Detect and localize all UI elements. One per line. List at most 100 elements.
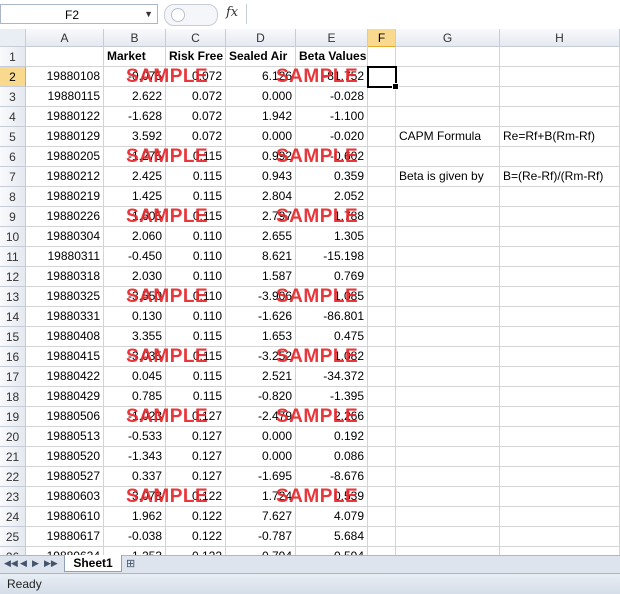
row-header-22[interactable]: 22 <box>0 467 26 487</box>
cell-f22[interactable] <box>368 467 396 487</box>
cell-a17[interactable]: 19880422 <box>26 367 104 387</box>
cell-b11[interactable]: -0.450 <box>104 247 166 267</box>
cell-c20[interactable]: 0.127 <box>166 427 226 447</box>
cell-b9[interactable]: 1.605 <box>104 207 166 227</box>
cell-g21[interactable] <box>396 447 500 467</box>
column-header-g[interactable]: G <box>396 29 500 47</box>
cell-g18[interactable] <box>396 387 500 407</box>
cell-d6[interactable]: 0.992 <box>226 147 296 167</box>
cell-e8[interactable]: 2.052 <box>296 187 368 207</box>
next-sheet-icon[interactable]: ▶ <box>32 558 39 569</box>
cell-e16[interactable]: 1.082 <box>296 347 368 367</box>
cell-d8[interactable]: 2.804 <box>226 187 296 207</box>
cell-d3[interactable]: 0.000 <box>226 87 296 107</box>
chevron-down-icon[interactable]: ▼ <box>144 9 153 19</box>
cell-e2[interactable]: -81.752 <box>296 67 368 87</box>
cell-e14[interactable]: -86.801 <box>296 307 368 327</box>
cell-e17[interactable]: -34.372 <box>296 367 368 387</box>
cell-g2[interactable] <box>396 67 500 87</box>
cell-e19[interactable]: 2.266 <box>296 407 368 427</box>
insert-function-icon[interactable]: fx <box>226 5 238 20</box>
row-header-23[interactable]: 23 <box>0 487 26 507</box>
cell-h6[interactable] <box>500 147 620 167</box>
cell-g15[interactable] <box>396 327 500 347</box>
column-header-c[interactable]: C <box>166 29 226 47</box>
cell-g22[interactable] <box>396 467 500 487</box>
cell-b20[interactable]: -0.533 <box>104 427 166 447</box>
last-sheet-icon[interactable]: ▶▶ <box>44 558 58 569</box>
cell-h14[interactable] <box>500 307 620 327</box>
cell-b13[interactable]: -3.550 <box>104 287 166 307</box>
cell-b2[interactable]: -0.075 <box>104 67 166 87</box>
row-header-5[interactable]: 5 <box>0 127 26 147</box>
row-header-9[interactable]: 9 <box>0 207 26 227</box>
cell-g4[interactable] <box>396 107 500 127</box>
cell-d15[interactable]: 1.653 <box>226 327 296 347</box>
row-header-13[interactable]: 13 <box>0 287 26 307</box>
cell-e1[interactable]: Beta Values <box>296 47 368 67</box>
cell-e4[interactable]: -1.100 <box>296 107 368 127</box>
cell-g20[interactable] <box>396 427 500 447</box>
cell-d18[interactable]: -0.820 <box>226 387 296 407</box>
cell-d14[interactable]: -1.626 <box>226 307 296 327</box>
cell-f8[interactable] <box>368 187 396 207</box>
cell-f20[interactable] <box>368 427 396 447</box>
row-header-14[interactable]: 14 <box>0 307 26 327</box>
cell-a10[interactable]: 19880304 <box>26 227 104 247</box>
row-header-15[interactable]: 15 <box>0 327 26 347</box>
cell-a21[interactable]: 19880520 <box>26 447 104 467</box>
cell-d20[interactable]: 0.000 <box>226 427 296 447</box>
cell-d25[interactable]: -0.787 <box>226 527 296 547</box>
cell-e5[interactable]: -0.020 <box>296 127 368 147</box>
cell-e7[interactable]: 0.359 <box>296 167 368 187</box>
cell-d9[interactable]: 2.797 <box>226 207 296 227</box>
cell-b22[interactable]: 0.337 <box>104 467 166 487</box>
cell-e21[interactable]: 0.086 <box>296 447 368 467</box>
cell-a18[interactable]: 19880429 <box>26 387 104 407</box>
row-header-11[interactable]: 11 <box>0 247 26 267</box>
cell-d11[interactable]: 8.621 <box>226 247 296 267</box>
cell-h20[interactable] <box>500 427 620 447</box>
cell-a11[interactable]: 19880311 <box>26 247 104 267</box>
cell-d12[interactable]: 1.587 <box>226 267 296 287</box>
cell-c1[interactable]: Risk Free <box>166 47 226 67</box>
row-header-1[interactable]: 1 <box>0 47 26 67</box>
cell-f6[interactable] <box>368 147 396 167</box>
cell-a13[interactable]: 19880325 <box>26 287 104 307</box>
cell-f21[interactable] <box>368 447 396 467</box>
cell-g13[interactable] <box>396 287 500 307</box>
cell-g24[interactable] <box>396 507 500 527</box>
cell-g8[interactable] <box>396 187 500 207</box>
cell-h18[interactable] <box>500 387 620 407</box>
row-header-18[interactable]: 18 <box>0 387 26 407</box>
cell-a16[interactable]: 19880415 <box>26 347 104 367</box>
column-header-d[interactable]: D <box>226 29 296 47</box>
cell-c17[interactable]: 0.115 <box>166 367 226 387</box>
cell-f18[interactable] <box>368 387 396 407</box>
cell-e18[interactable]: -1.395 <box>296 387 368 407</box>
cell-f19[interactable] <box>368 407 396 427</box>
cell-b23[interactable]: 3.078 <box>104 487 166 507</box>
cell-g16[interactable] <box>396 347 500 367</box>
cell-c24[interactable]: 0.122 <box>166 507 226 527</box>
cell-c11[interactable]: 0.110 <box>166 247 226 267</box>
cell-e24[interactable]: 4.079 <box>296 507 368 527</box>
cell-g7[interactable]: Beta is given by <box>396 167 500 187</box>
cell-c8[interactable]: 0.115 <box>166 187 226 207</box>
cell-f4[interactable] <box>368 107 396 127</box>
cell-a3[interactable]: 19880115 <box>26 87 104 107</box>
cell-f12[interactable] <box>368 267 396 287</box>
cell-c5[interactable]: 0.072 <box>166 127 226 147</box>
cell-a23[interactable]: 19880603 <box>26 487 104 507</box>
cell-c19[interactable]: 0.127 <box>166 407 226 427</box>
cell-e23[interactable]: 0.539 <box>296 487 368 507</box>
cell-h10[interactable] <box>500 227 620 247</box>
cell-e25[interactable]: 5.684 <box>296 527 368 547</box>
cell-g19[interactable] <box>396 407 500 427</box>
cell-f13[interactable] <box>368 287 396 307</box>
cell-a24[interactable]: 19880610 <box>26 507 104 527</box>
cell-g1[interactable] <box>396 47 500 67</box>
cell-e6[interactable]: -0.602 <box>296 147 368 167</box>
insert-sheet-icon[interactable]: ⊞ <box>126 557 146 571</box>
row-header-4[interactable]: 4 <box>0 107 26 127</box>
